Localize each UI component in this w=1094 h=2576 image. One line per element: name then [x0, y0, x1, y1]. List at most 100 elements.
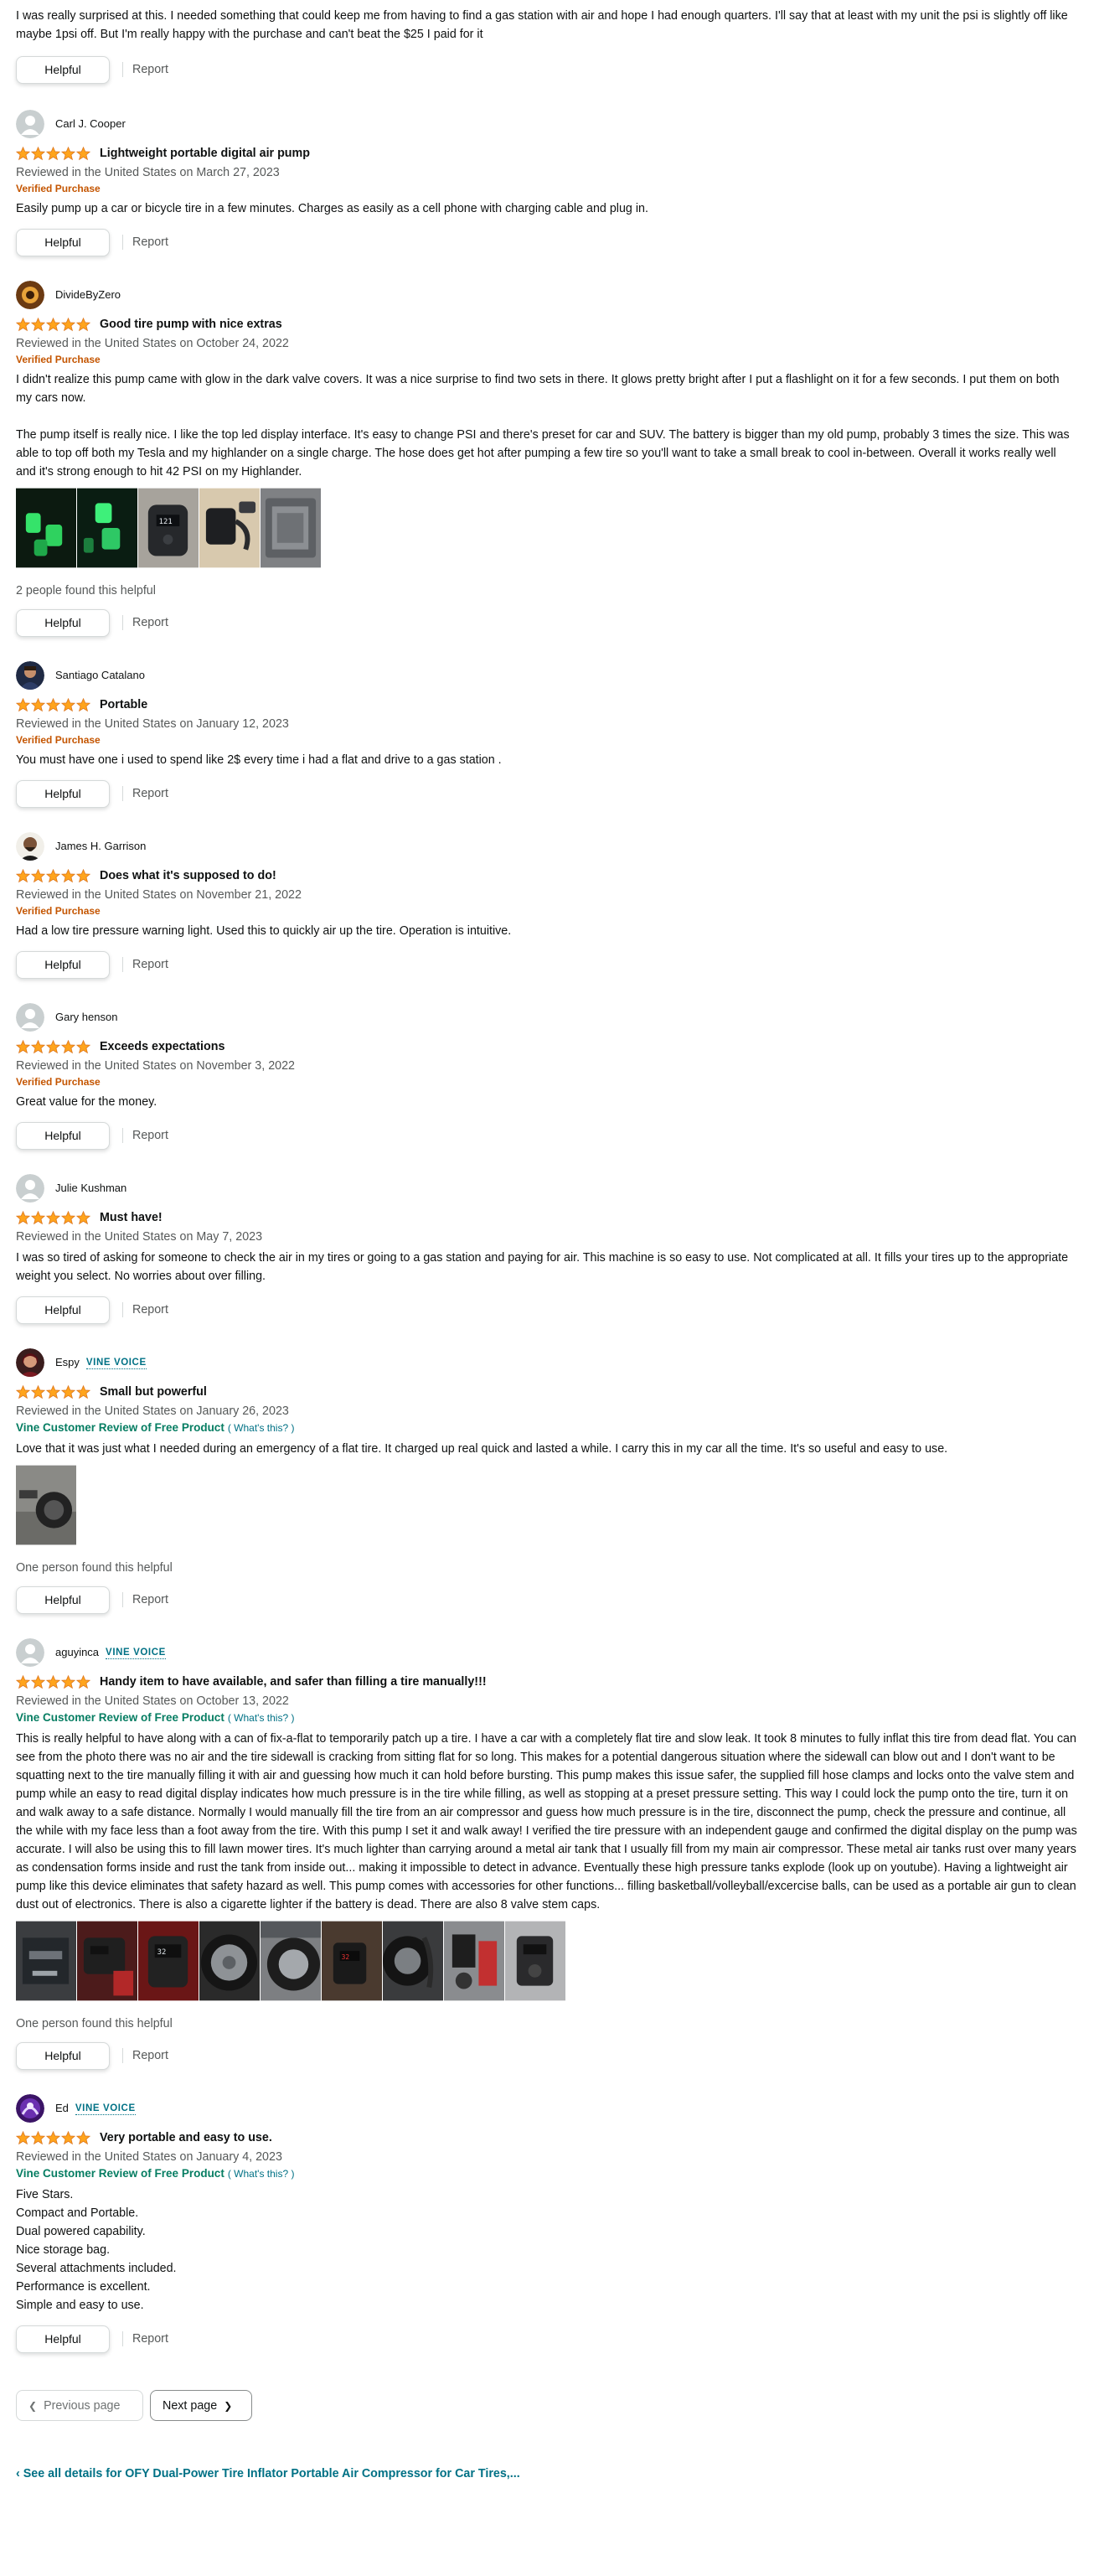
review-title[interactable]: Portable	[100, 696, 147, 714]
review-text: I was really surprised at this. I needed…	[16, 9, 1068, 41]
verified-purchase-badge: Verified Purchase	[16, 1076, 101, 1088]
star-rating[interactable]	[16, 868, 90, 883]
review-title[interactable]: Lightweight portable digital air pump	[100, 144, 310, 163]
review-actions: Helpful Report	[16, 1121, 1077, 1150]
report-link[interactable]: Report	[132, 233, 168, 251]
review-text: Great value for the money.	[16, 1095, 157, 1109]
author-name[interactable]: Gary henson	[55, 1008, 117, 1027]
vine-voice-badge[interactable]: VINE VOICE	[106, 1647, 166, 1659]
review-title[interactable]: Must have!	[100, 1208, 163, 1227]
review-image[interactable]	[77, 1921, 138, 2001]
review-image[interactable]	[16, 488, 77, 568]
helpful-button[interactable]: Helpful	[16, 1585, 110, 1614]
divider	[122, 615, 123, 630]
helpful-button[interactable]: Helpful	[16, 608, 110, 637]
report-link[interactable]: Report	[132, 955, 168, 974]
review-title[interactable]: Handy item to have available, and safer …	[100, 1673, 487, 1691]
helpful-button[interactable]: Helpful	[16, 55, 110, 84]
review-text: Had a low tire pressure warning light. U…	[16, 924, 512, 938]
avatar	[16, 661, 44, 690]
review-image[interactable]	[199, 488, 261, 568]
star-icon	[61, 1674, 75, 1689]
author-name[interactable]: Carl J. Cooper	[55, 115, 126, 133]
whats-this-link[interactable]: ( What's this? )	[228, 2168, 295, 2180]
star-icon	[31, 1039, 45, 1053]
report-link[interactable]: Report	[132, 60, 168, 79]
star-rating[interactable]	[16, 2130, 90, 2145]
review-image[interactable]	[16, 1465, 77, 1545]
star-rating[interactable]	[16, 317, 90, 332]
star-rating[interactable]	[16, 1674, 90, 1689]
helpful-button[interactable]: Helpful	[16, 950, 110, 979]
review-image[interactable]: 121	[138, 488, 199, 568]
author-name[interactable]: James H. Garrison	[55, 837, 146, 856]
review-date: Reviewed in the United States on Novembe…	[16, 888, 302, 902]
review-title[interactable]: Does what it's supposed to do!	[100, 866, 276, 885]
star-icon	[46, 1210, 60, 1224]
author-name[interactable]: aguyinca	[55, 1643, 99, 1662]
review-image[interactable]	[261, 488, 322, 568]
star-icon	[61, 1039, 75, 1053]
star-icon	[61, 2130, 75, 2144]
helpful-button[interactable]: Helpful	[16, 1296, 110, 1324]
helpful-button[interactable]: Helpful	[16, 1121, 110, 1150]
next-page-button[interactable]: Next page ❯	[150, 2390, 252, 2421]
star-rating[interactable]	[16, 1039, 90, 1054]
star-icon	[76, 1210, 90, 1224]
avatar	[16, 110, 44, 138]
review-image[interactable]: 32	[322, 1921, 383, 2001]
divider	[122, 2048, 123, 2063]
svg-text:32: 32	[342, 1953, 350, 1961]
author-name[interactable]: Ed	[55, 2099, 69, 2118]
helpful-count: One person found this helpful	[16, 1561, 173, 1575]
star-rating[interactable]	[16, 1210, 90, 1225]
helpful-button[interactable]: Helpful	[16, 2041, 110, 2070]
report-link[interactable]: Report	[132, 2046, 168, 2065]
see-all-details-link[interactable]: ‹ See all details for OFY Dual-Power Tir…	[16, 2465, 1077, 2483]
previous-page-button[interactable]: ❮ Previous page	[16, 2390, 143, 2421]
review-title[interactable]: Good tire pump with nice extras	[100, 315, 282, 334]
author-name[interactable]: DivideByZero	[55, 286, 121, 304]
helpful-button[interactable]: Helpful	[16, 2325, 110, 2353]
review-title[interactable]: Exceeds expectations	[100, 1037, 224, 1056]
star-rating[interactable]	[16, 146, 90, 161]
divider	[122, 1302, 123, 1317]
review-image[interactable]	[505, 1921, 566, 2001]
verified-purchase-badge: Verified Purchase	[16, 734, 101, 746]
review-date: Reviewed in the United States on October…	[16, 337, 289, 350]
report-link[interactable]: Report	[132, 1126, 168, 1145]
star-rating[interactable]	[16, 1384, 90, 1399]
whats-this-link[interactable]: ( What's this? )	[228, 1712, 295, 1724]
review-image[interactable]	[444, 1921, 505, 2001]
helpful-button[interactable]: Helpful	[16, 228, 110, 256]
review-image[interactable]	[383, 1921, 444, 2001]
svg-text:121: 121	[159, 518, 173, 526]
report-link[interactable]: Report	[132, 1301, 168, 1319]
star-icon	[46, 2130, 60, 2144]
review-image[interactable]	[261, 1921, 322, 2001]
star-icon	[76, 146, 90, 160]
vine-voice-badge[interactable]: VINE VOICE	[75, 2103, 136, 2115]
report-link[interactable]: Report	[132, 2330, 168, 2348]
author-name[interactable]: Espy	[55, 1353, 80, 1372]
review-author: James H. Garrison	[16, 831, 1077, 861]
svg-text:32: 32	[157, 1948, 167, 1957]
review-actions: Helpful Report	[16, 55, 1077, 84]
review-title[interactable]: Very portable and easy to use.	[100, 2129, 272, 2147]
author-name[interactable]: Julie Kushman	[55, 1179, 126, 1197]
vine-voice-badge[interactable]: VINE VOICE	[85, 1357, 147, 1369]
report-link[interactable]: Report	[132, 784, 168, 803]
helpful-button[interactable]: Helpful	[16, 779, 110, 808]
star-icon	[31, 868, 45, 882]
whats-this-link[interactable]: ( What's this? )	[228, 1422, 295, 1434]
report-link[interactable]: Report	[132, 613, 168, 632]
review-image[interactable]	[16, 1921, 77, 2001]
review-image[interactable]: 32	[138, 1921, 199, 2001]
review-title[interactable]: Small but powerful	[100, 1383, 207, 1401]
report-link[interactable]: Report	[132, 1591, 168, 1609]
vine-review-label: Vine Customer Review of Free Product	[16, 2167, 224, 2180]
star-rating[interactable]	[16, 697, 90, 712]
review-image[interactable]	[199, 1921, 261, 2001]
author-name[interactable]: Santiago Catalano	[55, 666, 145, 685]
review-image[interactable]	[77, 488, 138, 568]
